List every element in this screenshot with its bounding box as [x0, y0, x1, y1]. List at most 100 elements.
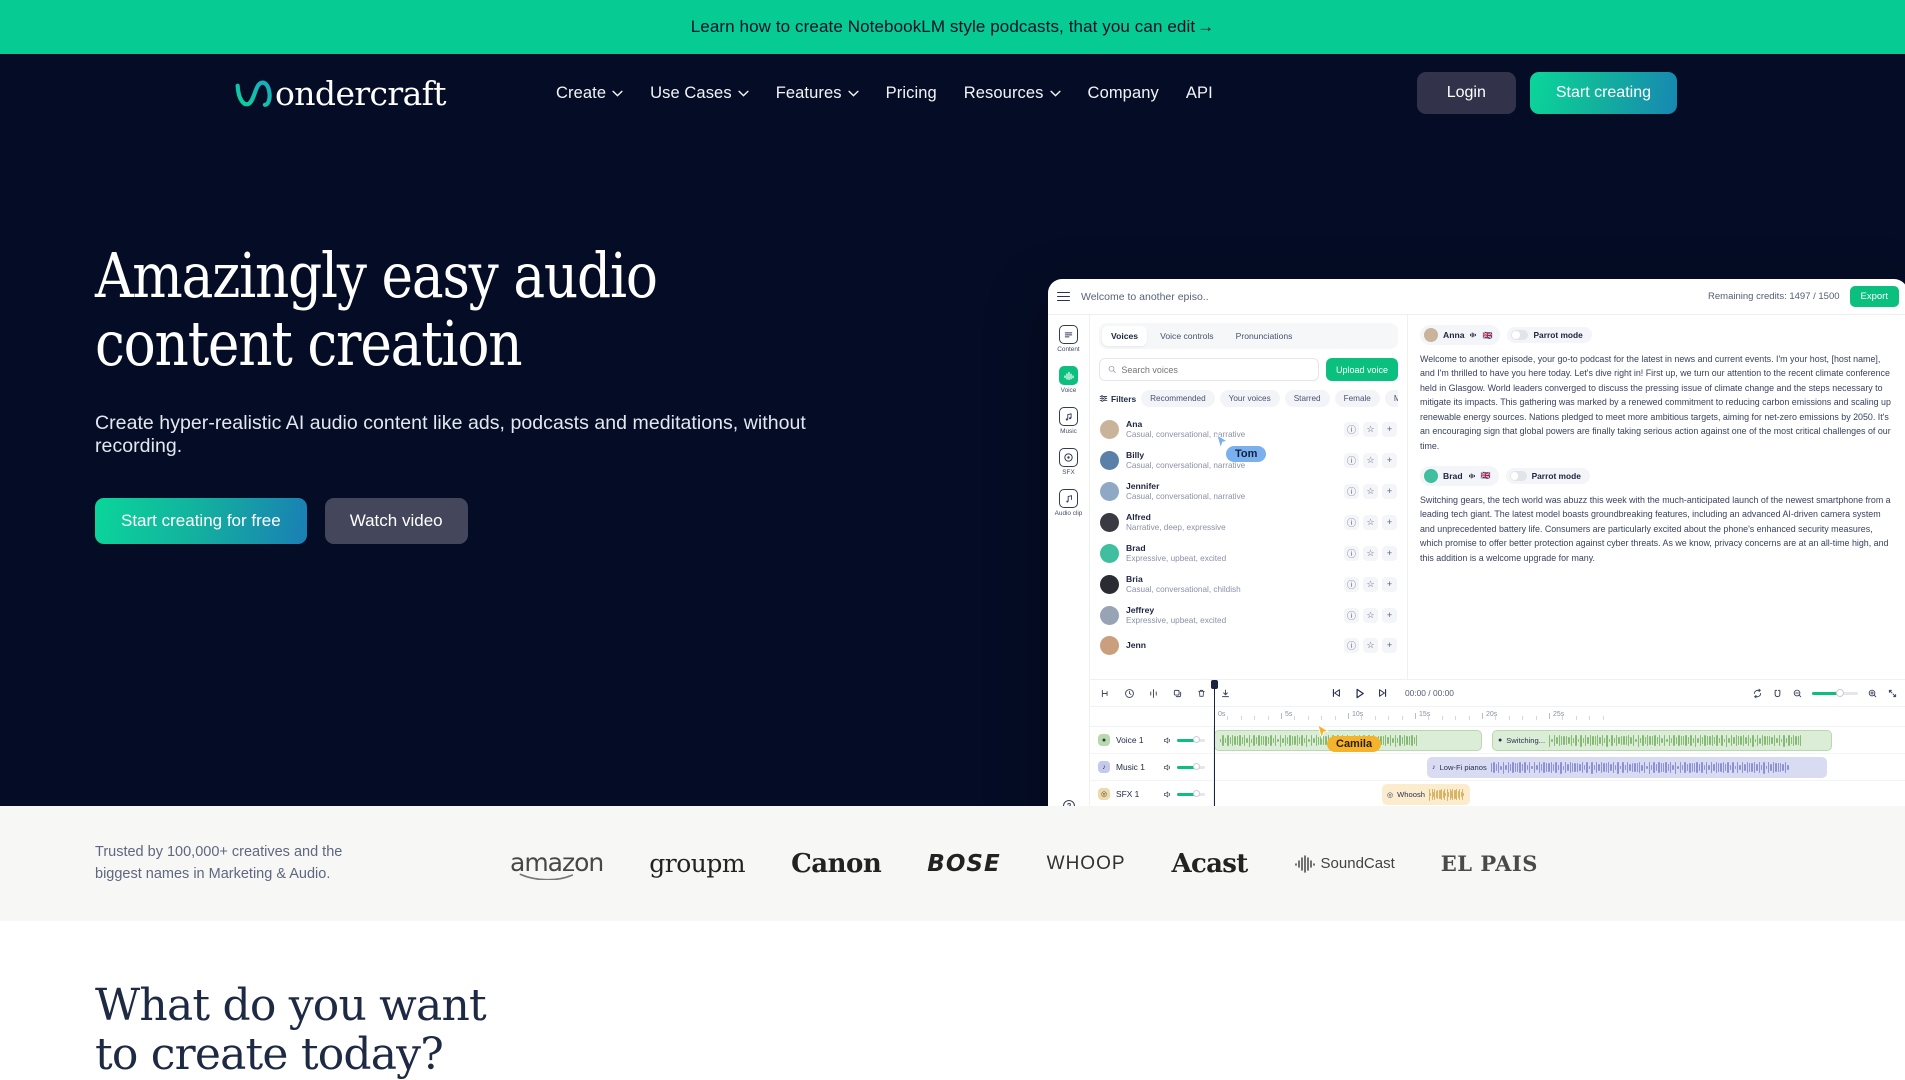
search-voices-box[interactable] [1099, 358, 1319, 381]
nav-item-resources[interactable]: Resources [964, 84, 1061, 103]
nav-item-api[interactable]: API [1186, 84, 1213, 103]
voice-list-item[interactable]: AnaCasual, conversational, narrativeⓘ☆+ [1099, 414, 1398, 445]
speaker-pill[interactable]: Anna 🇬🇧 [1420, 325, 1500, 345]
magnet-icon[interactable] [1772, 688, 1783, 699]
volume-slider[interactable] [1177, 739, 1205, 742]
zoom-in-icon[interactable] [1867, 688, 1878, 699]
filter-chip-male[interactable]: Male [1385, 390, 1398, 407]
filter-chip-your-voices[interactable]: Your voices [1220, 390, 1280, 407]
track-header[interactable]: ♪Music 1 [1090, 754, 1214, 780]
plus-icon[interactable]: + [1382, 515, 1397, 530]
zoom-slider[interactable] [1812, 692, 1858, 695]
upload-voice-button[interactable]: Upload voice [1326, 358, 1398, 381]
delete-icon[interactable] [1196, 688, 1207, 699]
timeline-clip[interactable]: ●Switching... [1492, 730, 1832, 751]
timeline-ruler[interactable]: 0s5s10s15s20s25s [1090, 707, 1905, 727]
voice-list-item[interactable]: JenniferCasual, conversational, narrativ… [1099, 476, 1398, 507]
speaker-pill[interactable]: Brad 🇬🇧 [1420, 466, 1499, 486]
star-icon[interactable]: ☆ [1363, 422, 1378, 437]
info-icon[interactable]: ⓘ [1344, 638, 1359, 653]
track-header[interactable]: ●Voice 1 [1090, 727, 1214, 753]
star-icon[interactable]: ☆ [1363, 453, 1378, 468]
skip-forward-icon[interactable] [1377, 687, 1389, 699]
info-icon[interactable]: ⓘ [1344, 484, 1359, 499]
skip-back-icon[interactable] [1330, 687, 1342, 699]
volume-slider[interactable] [1177, 793, 1205, 796]
voice-list-item[interactable]: AlfredNarrative, deep, expressiveⓘ☆+ [1099, 507, 1398, 538]
duplicate-icon[interactable] [1172, 688, 1183, 699]
star-icon[interactable]: ☆ [1363, 546, 1378, 561]
star-icon[interactable]: ☆ [1363, 577, 1378, 592]
track-volume[interactable] [1163, 763, 1205, 772]
sidebar-item-music[interactable]: Music [1059, 407, 1078, 435]
fullscreen-icon[interactable] [1887, 688, 1898, 699]
track-volume[interactable] [1163, 790, 1205, 799]
plus-icon[interactable]: + [1382, 422, 1397, 437]
track-volume[interactable] [1163, 736, 1205, 745]
sidebar-item-audio-clip[interactable]: Audio clip [1055, 489, 1083, 517]
cut-icon[interactable] [1100, 688, 1111, 699]
filter-chip-starred[interactable]: Starred [1285, 390, 1330, 407]
zoom-out-icon[interactable] [1792, 688, 1803, 699]
plus-icon[interactable]: + [1382, 546, 1397, 561]
nav-item-use-cases[interactable]: Use Cases [650, 84, 749, 103]
sidebar-item-content[interactable]: Content [1057, 325, 1079, 353]
script-paragraph[interactable]: Welcome to another episode, your go-to p… [1420, 352, 1896, 453]
sidebar-item-sfx[interactable]: SFX [1059, 448, 1078, 476]
timeline-clip[interactable]: ♪Low-Fi pianos [1427, 757, 1827, 778]
clock-icon[interactable] [1124, 688, 1135, 699]
nav-item-create[interactable]: Create [556, 84, 623, 103]
voice-list-item[interactable]: Jennⓘ☆+ [1099, 631, 1398, 660]
parrot-mode-toggle[interactable]: Parrot mode [1507, 327, 1591, 343]
timeline-clip[interactable]: ◎Whoosh [1382, 784, 1470, 805]
plus-icon[interactable]: + [1382, 638, 1397, 653]
start-creating-for-free-button[interactable]: Start creating for free [95, 498, 307, 544]
info-icon[interactable]: ⓘ [1344, 453, 1359, 468]
logo[interactable]: ondercraft [234, 76, 446, 110]
parrot-mode-toggle[interactable]: Parrot mode [1506, 468, 1590, 484]
filter-chip-recommended[interactable]: Recommended [1141, 390, 1215, 407]
info-icon[interactable]: ⓘ [1344, 608, 1359, 623]
loop-icon[interactable] [1752, 688, 1763, 699]
nav-item-pricing[interactable]: Pricing [886, 84, 937, 103]
script-paragraph[interactable]: Switching gears, the tech world was abuz… [1420, 493, 1896, 565]
help-icon[interactable] [1062, 799, 1076, 806]
star-icon[interactable]: ☆ [1363, 515, 1378, 530]
search-voices-input[interactable] [1121, 365, 1310, 375]
volume-slider[interactable] [1177, 766, 1205, 769]
split-icon[interactable] [1148, 688, 1159, 699]
hamburger-menu-icon[interactable] [1057, 292, 1070, 302]
plus-icon[interactable]: + [1382, 453, 1397, 468]
track-lane[interactable]: ◎Whoosh [1214, 781, 1905, 806]
tab-voices[interactable]: Voices [1102, 326, 1147, 346]
plus-icon[interactable]: + [1382, 577, 1397, 592]
playhead[interactable] [1214, 680, 1215, 806]
filter-chip-female[interactable]: Female [1335, 390, 1380, 407]
track-header[interactable]: ◎SFX 1 [1090, 781, 1214, 806]
watch-video-button[interactable]: Watch video [325, 498, 468, 544]
download-icon[interactable] [1220, 688, 1231, 699]
login-button[interactable]: Login [1417, 72, 1516, 114]
star-icon[interactable]: ☆ [1363, 638, 1378, 653]
voice-list-item[interactable]: JeffreyExpressive, upbeat, excitedⓘ☆+ [1099, 600, 1398, 631]
play-icon[interactable] [1353, 687, 1366, 700]
tab-voice-controls[interactable]: Voice controls [1151, 326, 1223, 346]
plus-icon[interactable]: + [1382, 608, 1397, 623]
export-button[interactable]: Export [1850, 286, 1899, 307]
voice-list-item[interactable]: BriaCasual, conversational, childishⓘ☆+ [1099, 569, 1398, 600]
nav-item-company[interactable]: Company [1088, 84, 1159, 103]
voice-list-item[interactable]: BradExpressive, upbeat, excitedⓘ☆+ [1099, 538, 1398, 569]
filters-button[interactable]: Filters [1099, 394, 1136, 404]
info-icon[interactable]: ⓘ [1344, 422, 1359, 437]
star-icon[interactable]: ☆ [1363, 608, 1378, 623]
info-icon[interactable]: ⓘ [1344, 515, 1359, 530]
star-icon[interactable]: ☆ [1363, 484, 1378, 499]
info-icon[interactable]: ⓘ [1344, 577, 1359, 592]
start-creating-button[interactable]: Start creating [1530, 72, 1677, 114]
info-icon[interactable]: ⓘ [1344, 546, 1359, 561]
sidebar-item-voice[interactable]: Voice [1059, 366, 1078, 394]
announcement-link[interactable]: Learn how to create NotebookLM style pod… [691, 17, 1215, 37]
plus-icon[interactable]: + [1382, 484, 1397, 499]
tab-pronunciations[interactable]: Pronunciations [1227, 326, 1302, 346]
nav-item-features[interactable]: Features [776, 84, 859, 103]
